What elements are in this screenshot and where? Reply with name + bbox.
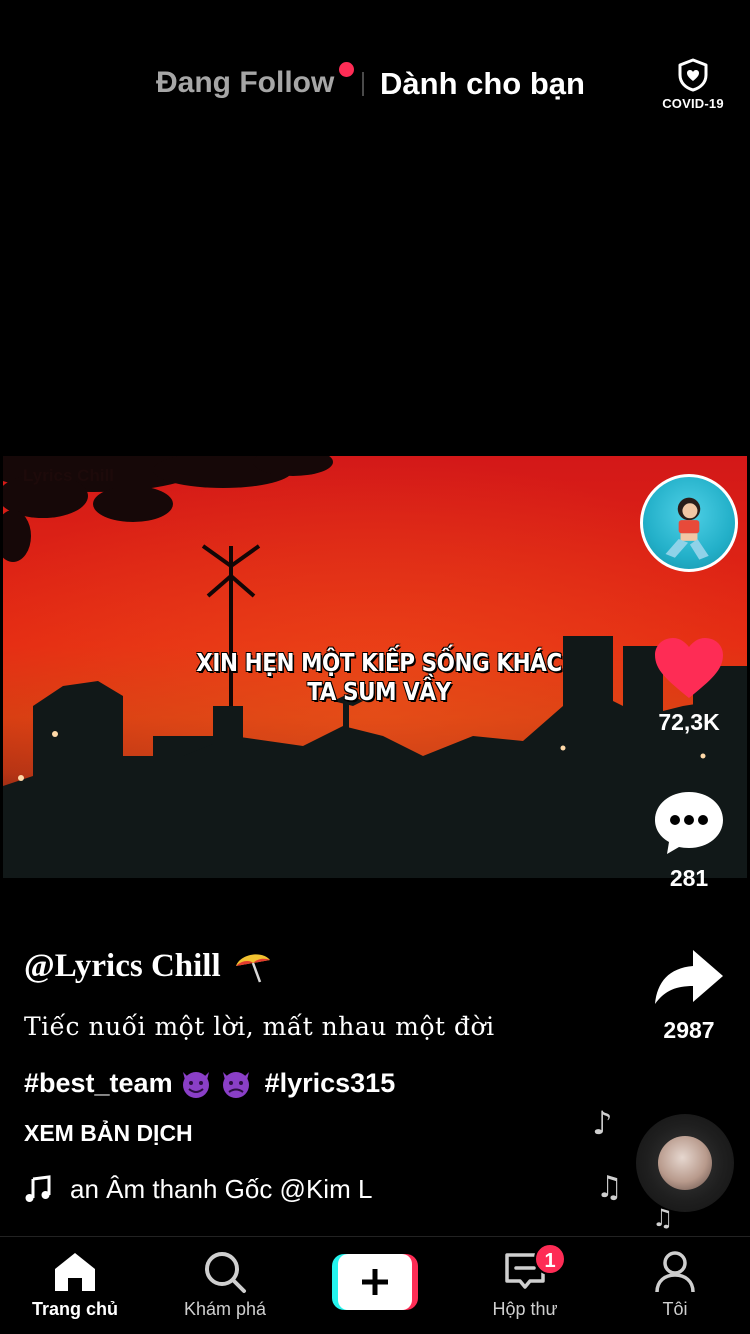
tab-following[interactable]: Đang Follow <box>156 66 334 100</box>
video-watermark: Lyrics Chill <box>23 466 115 485</box>
shield-heart-icon <box>678 58 708 92</box>
lyric-overlay: XIN HẸN MỘT KIẾP SỐNG KHÁC TA SUM VẦY <box>196 648 562 706</box>
creator-avatar[interactable] <box>640 474 738 572</box>
covid-button[interactable]: COVID-19 <box>660 58 726 111</box>
nav-home-label: Trang chủ <box>31 1299 118 1319</box>
share-button[interactable]: 2987 <box>640 948 738 1044</box>
video-player[interactable]: Lyrics Chill XIN HẸN MỘT KIẾP SỐNG KHÁC … <box>3 456 747 878</box>
creator-username[interactable]: @Lyrics Chill <box>24 948 221 985</box>
angry-devil-emoji-icon <box>222 1072 249 1098</box>
home-icon <box>55 1253 95 1291</box>
tiktok-feed-screen: Đang Follow Dành cho bạn COVID-19 Lyrics… <box>0 0 750 1334</box>
plus-icon <box>362 1269 388 1295</box>
video-description: Tiếc nuối một lời, mất nhau một đời <box>24 1012 495 1041</box>
nav-inbox-label: Hộp thư <box>492 1299 558 1319</box>
bottom-nav: Trang chủ Khám phá 1 Hộp thư Tôi <box>0 1236 750 1334</box>
inbox-badge: 1 <box>534 1243 566 1275</box>
nav-inbox[interactable]: 1 Hộp thư <box>450 1243 600 1320</box>
covid-label: COVID-19 <box>662 96 724 111</box>
create-video-button[interactable] <box>332 1254 418 1310</box>
hashtags-row: #best_team #lyrics315 <box>24 1066 395 1100</box>
top-tabs: Đang Follow Dành cho bạn <box>0 62 750 106</box>
music-title: an Âm thanh Gốc @Kim L <box>70 1173 373 1204</box>
comment-icon <box>655 792 723 854</box>
umbrella-emoji-icon <box>236 954 270 983</box>
nav-discover-label: Khám phá <box>183 1299 267 1319</box>
nav-home[interactable]: Trang chủ <box>0 1249 150 1320</box>
comment-button[interactable]: 281 <box>640 790 738 892</box>
nav-profile-label: Tôi <box>662 1299 688 1319</box>
tab-divider <box>362 72 364 96</box>
share-count: 2987 <box>663 1017 715 1043</box>
search-icon <box>205 1252 246 1293</box>
devil-emoji-icon <box>182 1072 209 1098</box>
music-disc[interactable] <box>636 1114 734 1212</box>
hashtag-lyrics315[interactable]: #lyrics315 <box>265 1068 396 1099</box>
see-translation-link[interactable]: XEM BẢN DỊCH <box>24 1120 193 1147</box>
music-info[interactable]: an Âm thanh Gốc @Kim L <box>24 1172 414 1206</box>
new-content-dot <box>339 62 354 77</box>
like-button[interactable]: 72,3K <box>640 636 738 736</box>
nav-profile[interactable]: Tôi <box>600 1249 750 1320</box>
music-disc-cover <box>658 1136 712 1190</box>
share-icon <box>655 950 723 1004</box>
avatar-illustration <box>665 497 709 560</box>
music-note-icon <box>25 1175 51 1202</box>
hashtag-best-team[interactable]: #best_team <box>24 1068 173 1099</box>
nav-discover[interactable]: Khám phá <box>150 1249 300 1320</box>
floating-note-icon: ♫ <box>596 1170 623 1205</box>
like-count: 72,3K <box>658 709 720 735</box>
heart-icon <box>655 638 723 698</box>
floating-note-icon: ♪ <box>592 1104 613 1142</box>
comment-count: 281 <box>669 865 709 891</box>
profile-icon <box>655 1251 695 1293</box>
tab-for-you[interactable]: Dành cho bạn <box>380 66 585 102</box>
